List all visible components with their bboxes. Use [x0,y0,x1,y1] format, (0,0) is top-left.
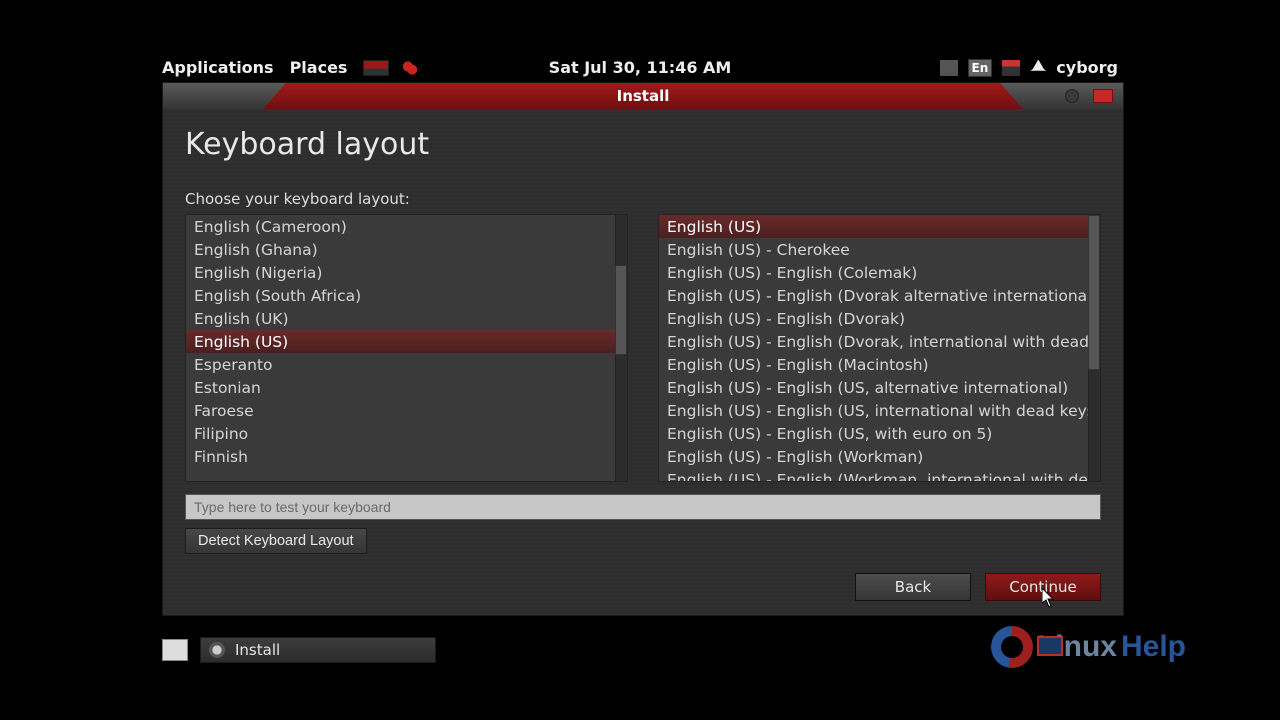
network-icon[interactable] [1002,60,1020,76]
list-item[interactable]: Filipino [186,422,615,445]
list-item[interactable]: English (US) - Cherokee [659,238,1088,261]
back-button[interactable]: Back [855,573,971,601]
list-item[interactable]: Esperanto [186,353,615,376]
list-item[interactable]: English (South Africa) [186,284,615,307]
task-label: Install [235,641,280,659]
chat-icon[interactable] [1030,60,1046,76]
list-item[interactable]: English (US) - English (Workman, interna… [659,468,1088,481]
page-title: Keyboard layout [185,127,1101,162]
keyboard-test-input[interactable] [185,494,1101,520]
scrollbar-thumb[interactable] [615,265,627,355]
list-item[interactable]: English (US) - English (Dvorak) [659,307,1088,330]
list-item[interactable]: Estonian [186,376,615,399]
watermark-text-2: Help [1121,630,1186,664]
panel-clock: Sat Jul 30, 11:46 AM [549,58,732,77]
list-item[interactable]: English (US) - English (Macintosh) [659,353,1088,376]
installer-window: Install Keyboard layout Choose your keyb… [162,82,1124,616]
scrollbar-thumb[interactable] [1088,215,1100,370]
menu-applications[interactable]: Applications [162,58,274,77]
list-item[interactable]: English (Nigeria) [186,261,615,284]
list-item[interactable]: English (US) - English (US, with euro on… [659,422,1088,445]
list-item[interactable]: English (Ghana) [186,238,615,261]
panel-swirl-icon[interactable] [399,60,421,76]
window-title: Install [263,83,1023,109]
scrollbar-track[interactable] [1088,215,1100,481]
list-item[interactable]: English (US) - English (US, alternative … [659,376,1088,399]
panel-indicator-icon[interactable] [940,60,958,76]
list-item[interactable]: English (US) - English (Colemak) [659,261,1088,284]
choose-layout-label: Choose your keyboard layout: [185,190,1101,208]
close-button[interactable] [1093,89,1113,103]
list-item[interactable]: English (US) [186,330,615,353]
detect-layout-button[interactable]: Detect Keyboard Layout [185,528,367,554]
minimize-button[interactable] [1065,89,1079,103]
list-item[interactable]: English (US) - English (Workman) [659,445,1088,468]
show-desktop-icon[interactable] [162,639,188,661]
menu-places[interactable]: Places [290,58,348,77]
list-item[interactable]: English (US) [659,215,1088,238]
panel-lang-badge[interactable]: En [968,59,993,77]
layout-listbox-language[interactable]: English (Cameroon)English (Ghana)English… [185,214,628,482]
taskbar-task-install[interactable]: Install [200,637,436,663]
list-item[interactable]: Faroese [186,399,615,422]
list-item[interactable]: English (Cameroon) [186,215,615,238]
task-app-icon [209,642,225,658]
top-panel: Applications Places Sat Jul 30, 11:46 AM… [162,55,1118,80]
list-item[interactable]: English (US) - English (Dvorak alternati… [659,284,1088,307]
window-body: Keyboard layout Choose your keyboard lay… [163,109,1123,615]
list-item[interactable]: Finnish [186,445,615,468]
watermark-box-icon [1037,636,1063,656]
list-item[interactable]: English (US) - English (US, internationa… [659,399,1088,422]
list-item[interactable]: English (UK) [186,307,615,330]
layout-listbox-variant[interactable]: English (US)English (US) - CherokeeEngli… [658,214,1101,482]
watermark-logo: LinuxHelp [991,626,1186,668]
watermark-swirl-icon [991,626,1033,668]
scrollbar-track[interactable] [615,215,627,481]
continue-button[interactable]: Continue [985,573,1101,601]
titlebar: Install [163,83,1123,109]
list-item[interactable]: English (US) - English (Dvorak, internat… [659,330,1088,353]
panel-flag-icon[interactable] [363,60,389,76]
panel-user[interactable]: cyborg [1056,58,1118,77]
